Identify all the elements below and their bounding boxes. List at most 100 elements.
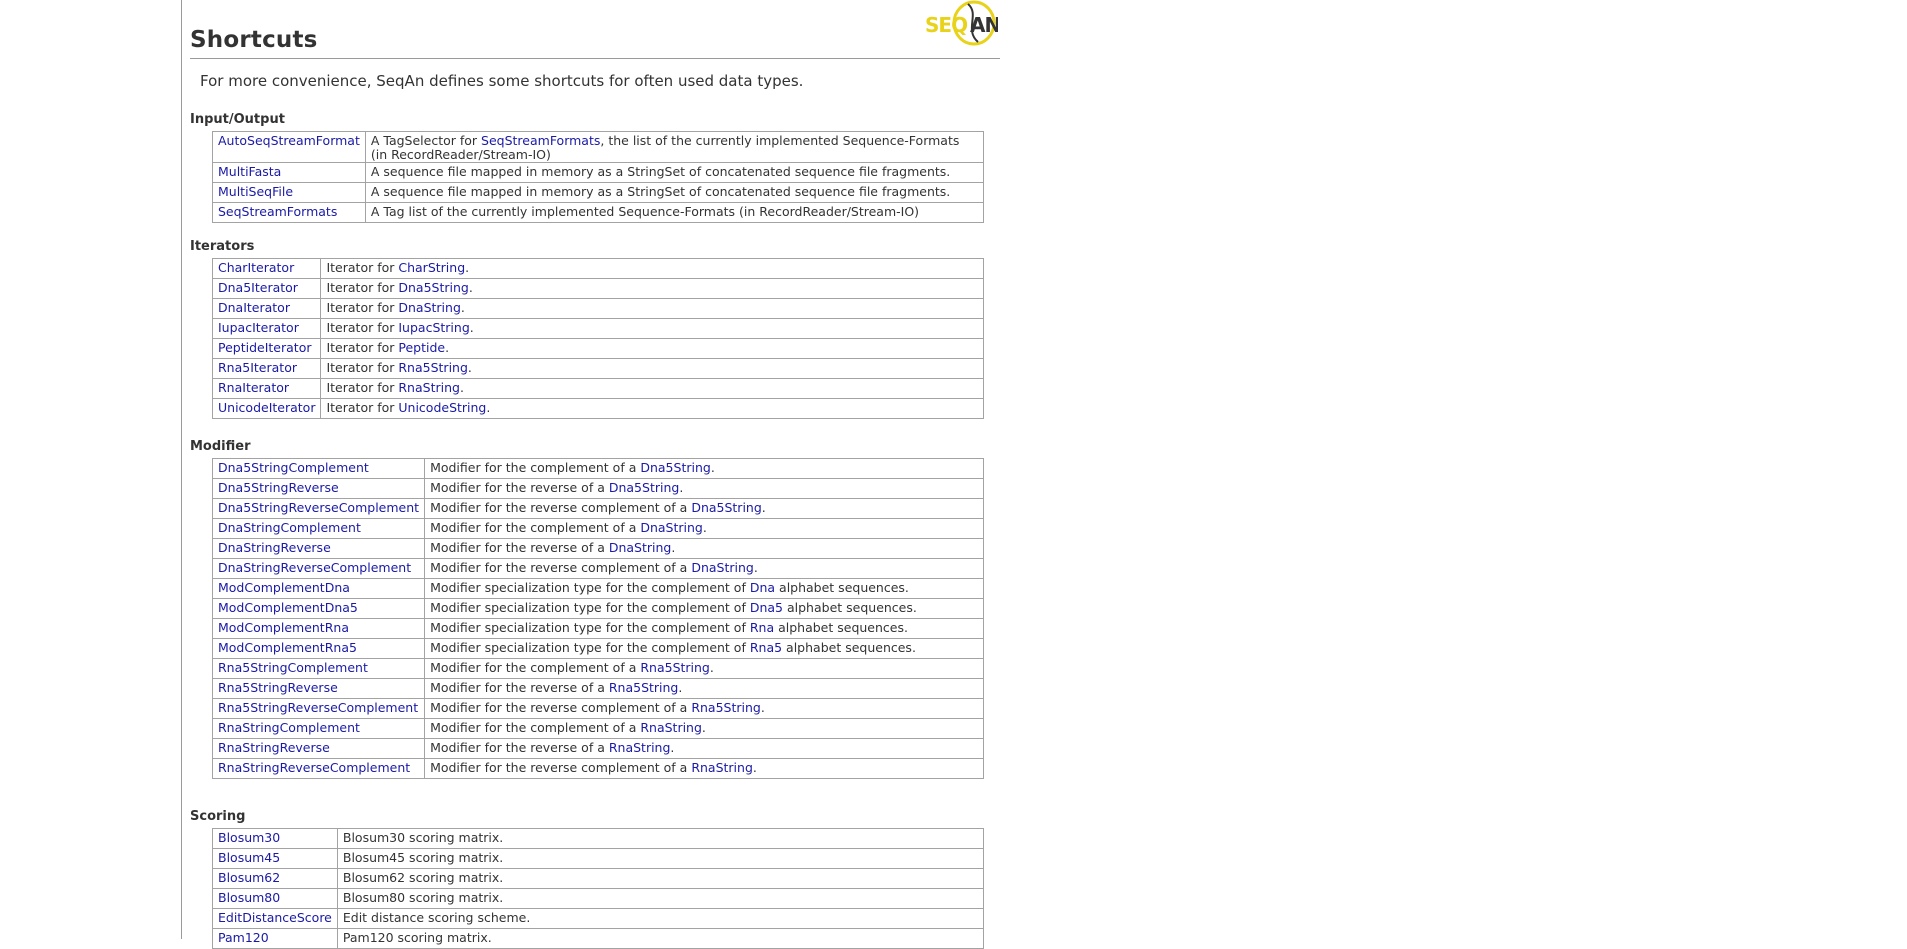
type-link[interactable]: Rna5String [691,700,761,715]
shortcut-link[interactable]: ModComplementRna5 [218,640,357,655]
shortcut-link[interactable]: Dna5StringComplement [218,460,369,475]
shortcut-link[interactable]: AutoSeqStreamFormat [218,133,360,148]
type-link[interactable]: SeqStreamFormats [481,133,600,148]
table-row: Rna5StringReverseComplement Modifier for … [211,698,984,719]
shortcut-link[interactable]: DnaStringReverseComplement [218,560,411,575]
shortcut-name-cell: Blosum30 [212,828,338,849]
description-text: . [761,500,766,515]
shortcut-link[interactable]: Rna5StringComplement [218,660,368,675]
shortcut-name-cell: AutoSeqStreamFormat [212,131,366,163]
table-row: Dna5StringComplement Modifier for the com… [211,458,984,479]
shortcut-link[interactable]: SeqStreamFormats [218,204,337,219]
shortcut-link[interactable]: CharIterator [218,260,294,275]
shortcut-link[interactable]: DnaStringComplement [218,520,361,535]
type-link[interactable]: Rna5 [750,640,782,655]
table-row: AutoSeqStreamFormat A TagSelector for Seq… [212,131,985,163]
shortcut-link[interactable]: Blosum30 [218,830,280,845]
shortcut-link[interactable]: IupacIterator [218,320,299,335]
description-text: Pam120 scoring matrix. [342,930,492,945]
shortcut-link[interactable]: Rna5StringReverse [218,680,338,695]
type-link[interactable]: Dna5String [640,460,710,475]
shortcut-link[interactable]: ModComplementRna [218,620,349,635]
description-text: A Tag list of the currently implemented … [370,204,920,219]
shortcut-link[interactable]: Blosum62 [218,870,280,885]
shortcut-link[interactable]: ModComplementDna [218,580,350,595]
shortcut-link[interactable]: Rna5Iterator [218,360,297,375]
shortcut-description-cell: Iterator for DnaString. [320,298,984,319]
table-row: ModComplementRna5 Modifier specialization… [211,638,984,659]
shortcut-link[interactable]: DnaStringReverse [218,540,331,555]
shortcut-name-cell: DnaStringReverse [211,538,426,559]
section-title: Modifier [190,439,251,454]
type-link[interactable]: Rna [750,620,774,635]
type-link[interactable]: Dna5 [750,600,783,615]
type-link[interactable]: DnaString [640,520,703,535]
shortcut-link[interactable]: Dna5Iterator [218,280,298,295]
shortcut-description-cell: A TagSelector for SeqStreamFormats, the … [364,131,985,163]
shortcut-name-cell: RnaStringComplement [211,718,426,739]
table-row: Blosum45 Blosum45 scoring matrix. [212,848,985,869]
type-link[interactable]: RnaString [640,720,702,735]
section-scoring: Scoring Blosum30 Blosum30 scoring matrix.… [190,809,1000,949]
shortcut-name-cell: Blosum80 [212,888,338,909]
table-row: Blosum62 Blosum62 scoring matrix. [212,868,985,889]
table-row: Rna5StringComplement Modifier for the com… [211,658,984,679]
description-text: . [486,400,491,415]
svg-text:SEQ: SEQ [925,13,967,37]
shortcut-link[interactable]: RnaStringReverseComplement [218,760,410,775]
description-text: Modifier specialization type for the com… [430,620,750,635]
type-link[interactable]: Dna5String [691,500,761,515]
type-link[interactable]: Rna5String [398,360,468,375]
shortcut-link[interactable]: RnaStringReverse [218,740,330,755]
description-text: . [459,380,464,395]
type-link[interactable]: RnaString [609,740,671,755]
shortcut-link[interactable]: ModComplementDna5 [218,600,358,615]
type-link[interactable]: Dna5String [398,280,468,295]
shortcut-name-cell: Rna5StringComplement [211,658,426,679]
shortcut-link[interactable]: MultiSeqFile [218,184,293,199]
shortcut-link[interactable]: UnicodeIterator [218,400,315,415]
shortcut-link[interactable]: RnaIterator [218,380,289,395]
shortcut-link[interactable]: Blosum80 [218,890,280,905]
shortcut-link[interactable]: Blosum45 [218,850,280,865]
type-link[interactable]: IupacString [398,320,469,335]
type-link[interactable]: UnicodeString [398,400,486,415]
shortcut-link[interactable]: Dna5StringReverseComplement [218,500,419,515]
description-text: Iterator for [326,320,399,335]
page-title: Shortcuts [190,27,318,53]
title-divider [190,58,1000,59]
shortcut-link[interactable]: PeptideIterator [218,340,311,355]
description-text: Iterator for [326,400,399,415]
shortcut-link[interactable]: Pam120 [218,930,269,945]
shortcut-description-cell: Modifier specialization type for the com… [424,618,984,639]
type-link[interactable]: CharString [398,260,465,275]
description-text: Iterator for [326,340,399,355]
shortcut-link[interactable]: Dna5StringReverse [218,480,339,495]
table-row: DnaStringComplement Modifier for the comp… [211,518,984,539]
description-text: Modifier specialization type for the com… [430,580,750,595]
type-link[interactable]: DnaString [691,560,754,575]
svg-text:AN: AN [970,13,998,37]
shortcut-link[interactable]: RnaStringComplement [218,720,360,735]
type-link[interactable]: RnaString [398,380,460,395]
type-link[interactable]: Peptide [398,340,445,355]
shortcut-name-cell: Dna5Iterator [211,278,322,299]
seqan-logo[interactable]: SEQ AN [924,0,998,46]
shortcut-name-cell: DnaIterator [211,298,322,319]
description-text: Modifier for the complement of a [430,460,641,475]
type-link[interactable]: RnaString [691,760,753,775]
table-row: ModComplementRna Modifier specialization … [211,618,984,639]
type-link[interactable]: DnaString [609,540,672,555]
shortcut-link[interactable]: EditDistanceScore [218,910,332,925]
table-row: RnaStringReverse Modifier for the reverse… [211,738,984,759]
type-link[interactable]: Dna [750,580,775,595]
type-link[interactable]: Rna5String [640,660,710,675]
type-link[interactable]: Rna5String [609,680,679,695]
type-link[interactable]: DnaString [398,300,461,315]
shortcut-link[interactable]: DnaIterator [218,300,290,315]
type-link[interactable]: Dna5String [609,480,679,495]
shortcut-link[interactable]: MultiFasta [218,164,281,179]
shortcut-description-cell: Modifier specialization type for the com… [424,598,984,619]
shortcut-link[interactable]: Rna5StringReverseComplement [218,700,418,715]
description-text: Modifier for the reverse of a [430,680,609,695]
